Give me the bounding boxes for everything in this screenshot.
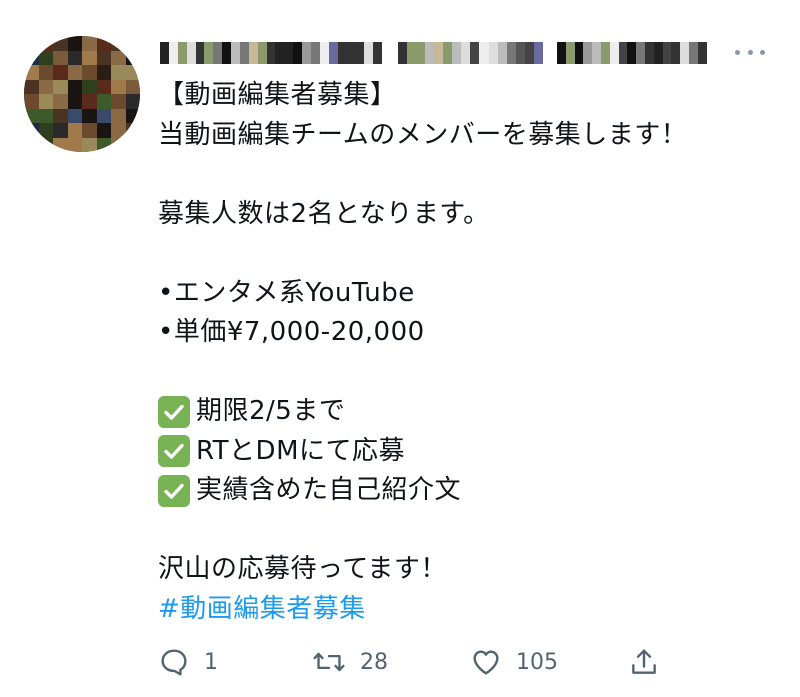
tweet-line: •エンタメ系YouTube <box>158 277 415 308</box>
tweet-action-bar: 1 28 105 <box>158 640 668 684</box>
heart-icon <box>470 646 502 678</box>
reply-icon <box>158 646 190 678</box>
hashtag-link[interactable]: #動画編集者募集 <box>158 590 366 630</box>
checklist-item-text: 期限2/5まで <box>196 396 346 426</box>
checklist-item: 期限2/5まで <box>158 392 778 432</box>
checklist-item-text: RTとDMにて応募 <box>196 435 406 466</box>
check-mark-icon <box>158 435 190 468</box>
avatar[interactable] <box>24 36 140 152</box>
checklist-item: 実績含めた自己紹介文 <box>158 471 778 511</box>
retweet-icon <box>312 646 346 678</box>
share-button[interactable] <box>628 640 660 684</box>
reply-count: 1 <box>204 649 218 675</box>
tweet-line: 【動画編集者募集】 <box>158 80 397 110</box>
checklist-item: RTとDMにて応募 <box>158 432 778 472</box>
tweet-line: •単価¥7,000-20,000 <box>158 317 425 347</box>
checklist-item-text: 実績含めた自己紹介文 <box>196 475 462 505</box>
tweet-text: 【動画編集者募集】 当動画編集チームのメンバーを募集します！ 募集人数は2名とな… <box>158 76 778 629</box>
more-options-icon[interactable] <box>735 44 765 60</box>
pixelated-avatar-image <box>24 36 140 152</box>
hashtag-link-row: #動画編集者募集 <box>158 590 778 630</box>
tweet-line: 募集人数は2名となります。 <box>158 198 490 229</box>
check-mark-icon <box>158 395 190 428</box>
retweet-button[interactable]: 28 <box>312 640 388 684</box>
like-button[interactable]: 105 <box>470 640 558 684</box>
retweet-count: 28 <box>360 649 388 675</box>
like-count: 105 <box>516 649 558 675</box>
tweet-line: 沢山の応募待ってます！ <box>158 554 447 584</box>
reply-button[interactable]: 1 <box>158 640 218 684</box>
check-mark-icon <box>158 474 190 507</box>
share-icon <box>628 646 660 678</box>
author-name-pixelated[interactable] <box>160 36 707 70</box>
tweet-line: 当動画編集チームのメンバーを募集します！ <box>158 119 688 150</box>
